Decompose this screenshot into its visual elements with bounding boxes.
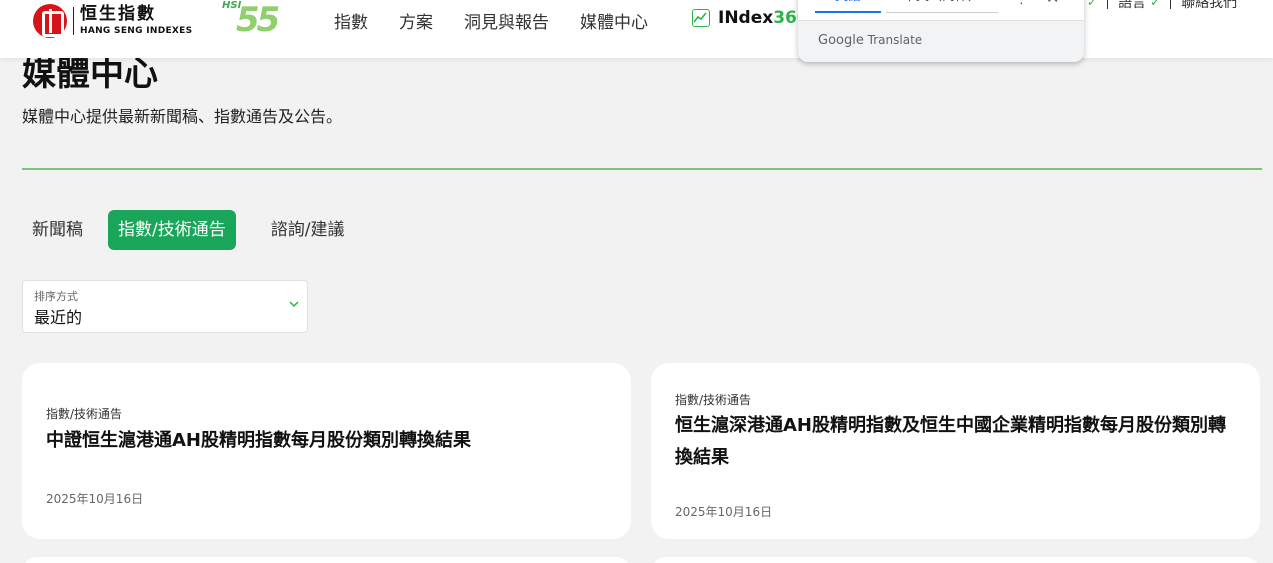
line-chart-icon [692,9,710,27]
contact-us-link[interactable]: 聯絡我們 [1181,0,1237,12]
card-date: 2025年10月16日 [675,505,773,519]
index360-link[interactable]: INdex 360 [692,8,809,28]
google-brand-text: Google [818,33,864,48]
card-title[interactable]: 中證恒生滬港通AH股精明指數每月股份類別轉換結果 [46,425,606,457]
sort-label: 排序方式 [34,290,78,303]
category-tabs: 新聞稿 指數/技術通告 諮詢/建議 [22,210,369,250]
notice-card[interactable]: 指數/技術通告 恒生滬深港通AH股精明指數及恒生中國企業精明指數每月股份類別轉換… [651,363,1260,539]
translate-tab-target[interactable]: 中文（简体） [886,0,998,13]
logo-text: 恒生指數 HANG SENG INDEXES [80,6,192,36]
logo-en-text: HANG SENG INDEXES [80,26,193,36]
logo-divider [73,7,74,35]
section-divider [22,168,1262,170]
main-nav: 指數 方案 洞見與報告 媒體中心 [334,8,679,33]
google-translate-popup: 英語 中文（简体） ⋮ ✕ Google Translate [798,0,1084,62]
nav-separator [1170,0,1172,9]
tab-consultations[interactable]: 諮詢/建議 [261,210,355,250]
notice-card[interactable] [22,557,631,563]
chevron-down-icon [289,297,299,311]
translate-language-tabs: 英語 中文（简体） ⋮ ✕ [798,0,1084,21]
language-chevron-down-icon[interactable]: ✓ [1150,0,1160,9]
page-description: 媒體中心提供最新新聞稿、指數通告及公告。 [22,107,343,126]
sort-dropdown[interactable]: 排序方式 最近的 [22,280,308,333]
tab-index-technical-notices[interactable]: 指數/技術通告 [108,210,236,250]
nav-item-insights[interactable]: 洞見與報告 [464,8,549,33]
index360-text-a: INdex [718,8,774,28]
google-translate-brand: Google Translate [818,33,922,48]
close-icon[interactable]: ✕ [1046,0,1059,7]
logo-cn-text: 恒生指數 [80,4,156,24]
nav-item-solutions[interactable]: 方案 [399,8,433,33]
tab-press-releases[interactable]: 新聞稿 [22,210,93,250]
hang-seng-logo[interactable]: 恒生指數 HANG SENG INDEXES [33,4,192,38]
card-category: 指數/技術通告 [675,393,752,407]
language-selector[interactable]: 語言 [1118,0,1146,12]
notice-card[interactable]: 指數/技術通告 中證恒生滬港通AH股精明指數每月股份類別轉換結果 2025年10… [22,363,631,539]
card-date: 2025年10月16日 [46,492,144,506]
card-category: 指數/技術通告 [46,407,123,421]
hsi55-number: 55 [236,0,280,40]
card-title[interactable]: 恒生滬深港通AH股精明指數及恒生中國企業精明指數每月股份類別轉換結果 [675,410,1235,474]
notice-card[interactable] [651,557,1260,563]
hsi55-anniversary-logo[interactable]: HSI 55 [220,0,292,40]
utility-nav: ✓ 語言 ✓ 聯絡我們 [1083,0,1237,12]
chevron-down-icon[interactable]: ✓ [1087,0,1097,9]
sort-selected-value: 最近的 [34,308,83,327]
nav-separator [1107,0,1109,9]
more-options-icon[interactable]: ⋮ [1015,0,1028,7]
translate-tab-source[interactable]: 英語 [815,0,881,13]
hang-seng-logo-icon [33,4,67,38]
nav-item-indexes[interactable]: 指數 [334,8,368,33]
nav-item-media-centre[interactable]: 媒體中心 [580,8,648,33]
page-title: 媒體中心 [22,54,158,94]
translate-brand-text: Translate [867,33,923,47]
